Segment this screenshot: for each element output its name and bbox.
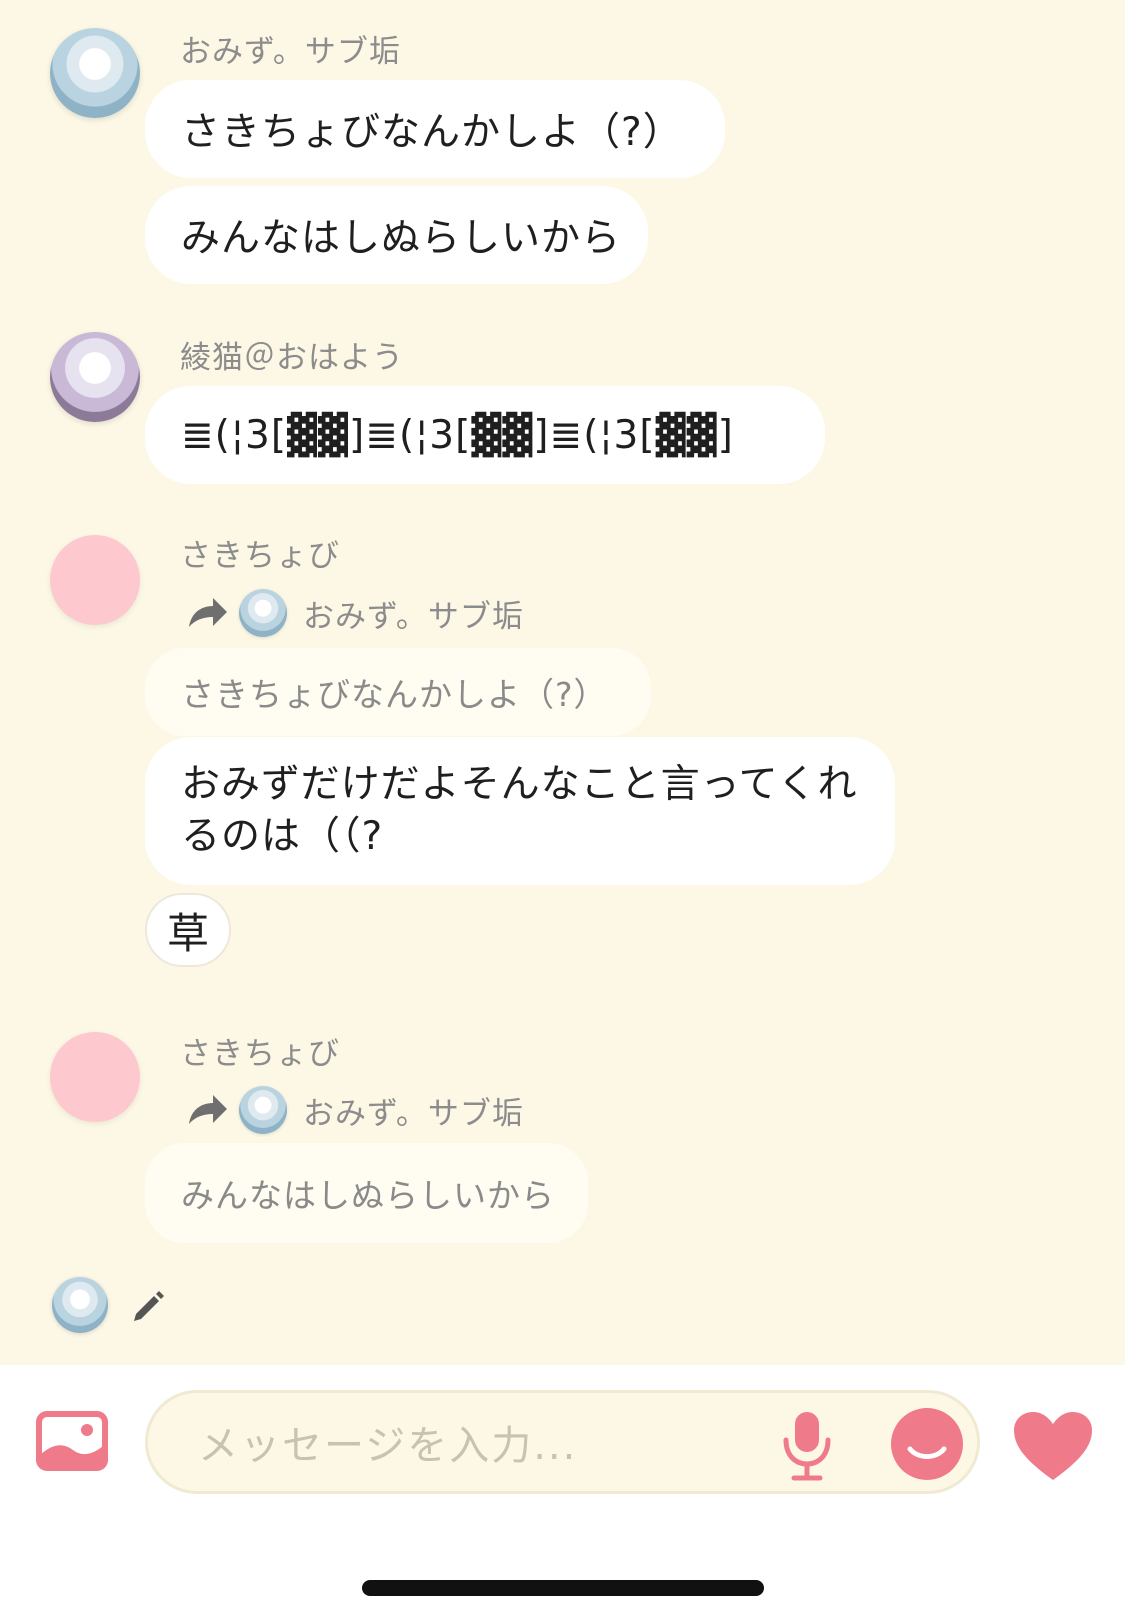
message-input-placeholder: メッセージを入力...	[198, 1423, 578, 1469]
sender-name: 綾猫＠おはよう	[180, 340, 404, 376]
message-bubble[interactable]: さきちょびなんかしよ（?）	[145, 80, 725, 178]
heart-icon[interactable]	[1012, 1410, 1094, 1482]
emoji-icon[interactable]	[890, 1407, 964, 1481]
reply-avatar	[239, 1086, 287, 1134]
reply-arrow-icon	[189, 1095, 227, 1124]
message-input[interactable]: メッセージを入力...	[145, 1390, 980, 1494]
sender-name: おみず。サブ垢	[180, 34, 401, 70]
image-icon[interactable]	[35, 1410, 109, 1472]
quoted-message[interactable]: さきちょびなんかしよ（?）	[145, 648, 651, 736]
mic-icon[interactable]	[778, 1408, 836, 1482]
home-indicator	[362, 1580, 764, 1596]
chat-area: おみず。サブ垢 さきちょびなんかしよ（?） みんなはしぬらしいから 綾猫＠おはよ…	[0, 0, 1125, 1365]
quoted-message[interactable]: みんなはしぬらしいから	[145, 1143, 588, 1243]
reply-indicator[interactable]: おみず。サブ垢	[185, 1085, 524, 1135]
message-bubble[interactable]: みんなはしぬらしいから	[145, 186, 648, 284]
avatar[interactable]	[50, 332, 140, 422]
message-bubble[interactable]: ≣(¦3[▓▓]≣(¦3[▓▓]≣(¦3[▓▓]	[145, 386, 825, 484]
avatar[interactable]	[50, 1032, 140, 1122]
avatar[interactable]	[50, 28, 140, 118]
typing-avatar	[52, 1277, 108, 1333]
reply-indicator[interactable]: おみず。サブ垢	[185, 588, 524, 638]
reply-sender-name: おみず。サブ垢	[303, 598, 524, 635]
sender-name: さきちょび	[180, 1036, 340, 1072]
message-bubble[interactable]: おみずだけだよそんなこと言ってくれるのは（（?	[145, 737, 895, 885]
reply-avatar	[239, 589, 287, 637]
reaction-badge[interactable]: 草	[145, 893, 231, 967]
pencil-icon	[134, 1291, 164, 1321]
avatar[interactable]	[50, 535, 140, 625]
reply-arrow-icon	[189, 598, 227, 627]
reply-sender-name: おみず。サブ垢	[303, 1095, 524, 1132]
sender-name: さきちょび	[180, 538, 340, 574]
